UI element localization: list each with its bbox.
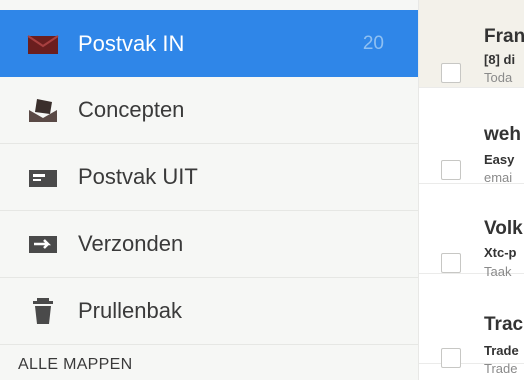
folder-label: Verzonden (78, 231, 184, 256)
message-subject: [8] di (484, 52, 516, 67)
select-checkbox[interactable] (441, 348, 461, 368)
folder-label: Postvak UIT (78, 164, 198, 189)
message-subject: Trade (484, 343, 519, 358)
inbox-icon (27, 34, 59, 54)
folder-label: Postvak IN (78, 30, 185, 56)
message-item[interactable]: Trac Trade Trade (419, 276, 524, 376)
message-subject: Easy (484, 152, 515, 167)
message-subject: Xtc-p (484, 245, 517, 260)
folder-item-drafts[interactable]: Concepten (0, 77, 418, 144)
message-snippet: Trade (484, 361, 518, 376)
select-checkbox[interactable] (441, 253, 461, 273)
message-snippet: emai (484, 170, 513, 185)
message-item[interactable]: weh Easy emai (419, 96, 524, 185)
folder-drawer: Postvak IN 20 Concepten Postvak UIT Verz… (0, 0, 418, 380)
folder-label: Concepten (78, 97, 185, 122)
outbox-icon (29, 170, 57, 187)
message-item[interactable]: Fran [8] di Toda (419, 0, 524, 88)
unread-count: 20 (362, 32, 384, 54)
folder-item-sent[interactable]: Verzonden (0, 211, 418, 278)
message-sender: Trac (484, 314, 524, 335)
message-sender: weh (484, 124, 521, 145)
message-snippet: Toda (484, 70, 513, 85)
all-folders-header: ALLE MAPPEN (18, 356, 133, 373)
sent-icon (29, 236, 57, 253)
trash-icon (33, 298, 53, 324)
message-list: Fran [8] di Toda weh Easy emai Volk Xtc-… (418, 0, 524, 380)
select-checkbox[interactable] (441, 160, 461, 180)
folder-item-outbox[interactable]: Postvak UIT (0, 144, 418, 211)
folder-label: Prullenbak (78, 298, 182, 323)
message-item[interactable]: Volk Xtc-p Taak (419, 186, 524, 279)
message-sender: Volk (484, 218, 523, 239)
drafts-icon (29, 99, 57, 122)
message-sender: Fran (484, 26, 524, 47)
folder-item-inbox[interactable]: Postvak IN 20 (0, 10, 418, 77)
select-checkbox[interactable] (441, 63, 461, 83)
folder-item-trash[interactable]: Prullenbak (0, 278, 418, 345)
